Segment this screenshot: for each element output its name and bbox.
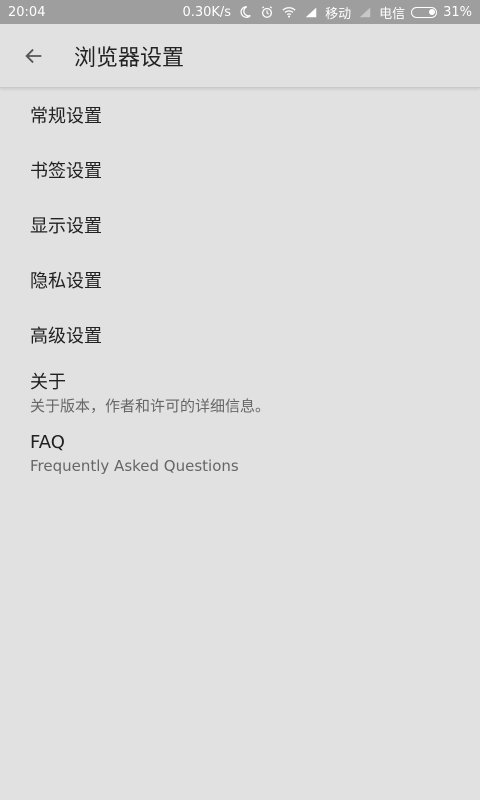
settings-item-display[interactable]: 显示设置 <box>0 199 480 254</box>
page-title: 浏览器设置 <box>74 45 185 71</box>
moon-icon <box>237 4 253 20</box>
battery-percent: 31% <box>443 4 472 20</box>
settings-item-title: 高级设置 <box>30 325 102 347</box>
status-time: 20:04 <box>8 4 46 20</box>
settings-item-general[interactable]: 常规设置 <box>0 89 480 144</box>
settings-item-advanced[interactable]: 高级设置 <box>0 309 480 364</box>
settings-item-faq[interactable]: FAQ Frequently Asked Questions <box>0 424 480 484</box>
settings-item-title: 书签设置 <box>30 160 102 182</box>
settings-list: 常规设置 书签设置 显示设置 隐私设置 高级设置 关于 关于版本，作者和许可的详… <box>0 89 480 484</box>
network-speed: 0.30K/s <box>182 4 232 20</box>
settings-item-title: FAQ <box>30 432 65 453</box>
settings-item-bookmarks[interactable]: 书签设置 <box>0 144 480 199</box>
status-bar: 20:04 0.30K/s 移动 电信 31% <box>0 0 480 24</box>
wifi-icon <box>281 4 297 20</box>
settings-item-title: 关于 <box>30 372 66 393</box>
settings-item-title: 常规设置 <box>30 105 102 127</box>
signal-icon <box>303 4 319 20</box>
carrier-1: 移动 <box>325 6 352 22</box>
status-right: 0.30K/s 移动 电信 31% <box>182 3 472 22</box>
app-bar: 浏览器设置 <box>0 24 480 88</box>
settings-item-about[interactable]: 关于 关于版本，作者和许可的详细信息。 <box>0 364 480 424</box>
alarm-icon <box>259 4 275 20</box>
battery-level <box>429 8 436 15</box>
signal-icon <box>357 4 373 20</box>
settings-item-privacy[interactable]: 隐私设置 <box>0 254 480 309</box>
battery-icon <box>411 6 438 18</box>
settings-item-title: 隐私设置 <box>30 270 102 292</box>
settings-item-title: 显示设置 <box>30 215 102 237</box>
arrow-left-icon <box>25 48 42 63</box>
settings-item-subtitle: 关于版本，作者和许可的详细信息。 <box>30 397 271 415</box>
carrier-2: 电信 <box>379 6 406 22</box>
back-button[interactable] <box>10 32 58 80</box>
settings-item-subtitle: Frequently Asked Questions <box>30 457 239 475</box>
